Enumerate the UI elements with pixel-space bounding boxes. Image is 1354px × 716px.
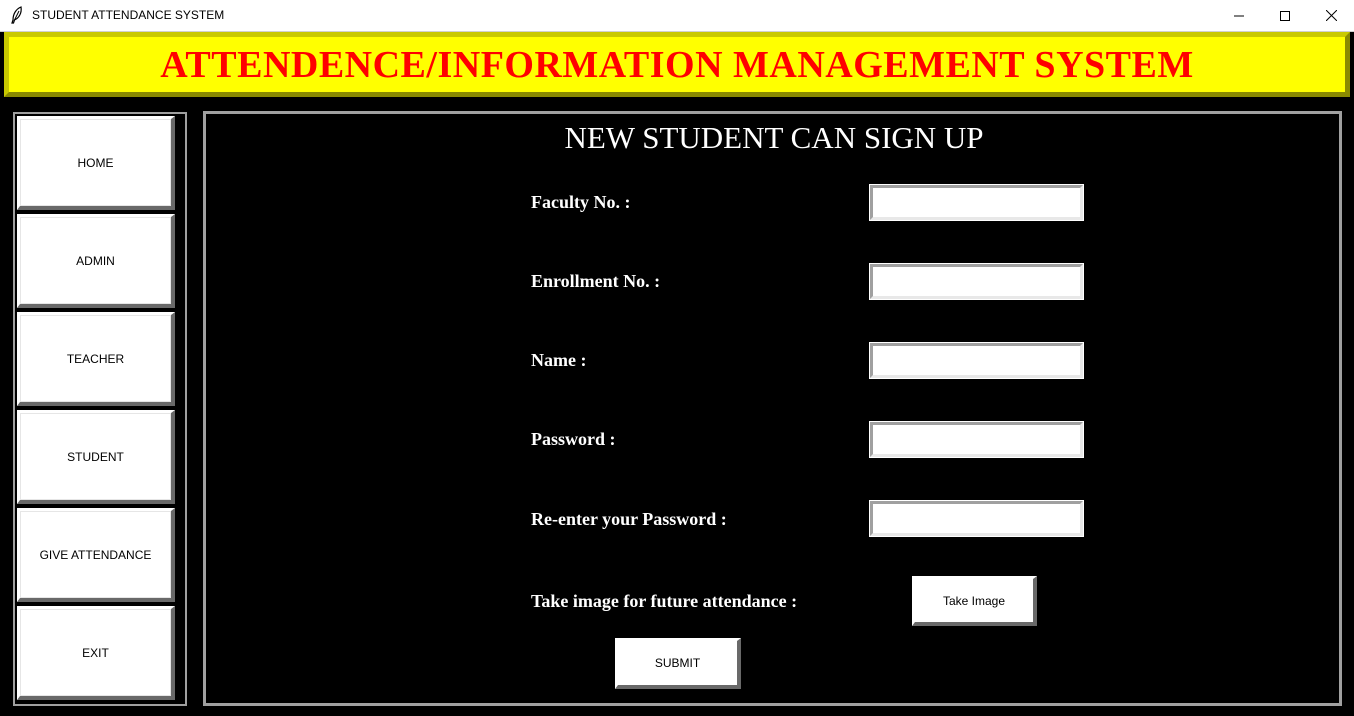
faculty-no-input[interactable] <box>869 184 1084 221</box>
window-title: STUDENT ATTENDANCE SYSTEM <box>32 8 225 22</box>
sidebar-item-label: STUDENT <box>67 449 124 464</box>
close-button[interactable] <box>1308 0 1354 31</box>
minimize-button[interactable] <box>1216 0 1262 31</box>
enrollment-no-label: Enrollment No. : <box>531 271 661 291</box>
sidebar-item-label: GIVE ATTENDANCE <box>39 547 152 562</box>
sidebar-item-label: ADMIN <box>76 253 115 268</box>
maximize-icon <box>1280 10 1290 21</box>
minimize-icon <box>1234 15 1244 16</box>
confirm-password-input[interactable] <box>869 500 1084 537</box>
name-label: Name : <box>531 350 587 370</box>
sidebar-item-student[interactable]: STUDENT <box>17 410 175 504</box>
enrollment-no-input[interactable] <box>869 263 1084 300</box>
sidebar-item-label: HOME <box>77 155 114 170</box>
sidebar-item-exit[interactable]: EXIT <box>17 606 175 700</box>
sidebar-item-admin[interactable]: ADMIN <box>17 214 175 308</box>
sidebar-item-give-attendance[interactable]: GIVE ATTENDANCE <box>17 508 175 602</box>
feather-icon <box>10 6 24 24</box>
name-input[interactable] <box>869 342 1084 379</box>
sidebar: HOME ADMIN TEACHER STUDENT GIVE ATTENDAN… <box>13 112 187 706</box>
close-icon <box>1325 10 1337 21</box>
password-label: Password : <box>531 429 616 449</box>
sidebar-item-label: TEACHER <box>66 351 125 366</box>
take-image-button[interactable]: Take Image <box>912 576 1037 626</box>
take-image-button-label: Take Image <box>942 593 1006 608</box>
header-banner: ATTENDENCE/INFORMATION MANAGEMENT SYSTEM <box>4 32 1350 97</box>
faculty-no-label: Faculty No. : <box>531 192 631 212</box>
page-title: ATTENDENCE/INFORMATION MANAGEMENT SYSTEM <box>160 43 1194 86</box>
sidebar-item-label: EXIT <box>82 645 109 660</box>
signup-panel: NEW STUDENT CAN SIGN UP Faculty No. : En… <box>203 111 1342 706</box>
password-input[interactable] <box>869 421 1084 458</box>
submit-button-label: SUBMIT <box>654 656 701 670</box>
sidebar-item-teacher[interactable]: TEACHER <box>17 312 175 406</box>
confirm-password-label: Re-enter your Password : <box>531 509 727 529</box>
signup-title: NEW STUDENT CAN SIGN UP <box>564 120 984 155</box>
take-image-label: Take image for future attendance : <box>531 591 798 611</box>
window-titlebar: STUDENT ATTENDANCE SYSTEM <box>0 0 1354 32</box>
sidebar-item-home[interactable]: HOME <box>17 116 175 210</box>
submit-button[interactable]: SUBMIT <box>615 638 741 689</box>
maximize-button[interactable] <box>1262 0 1308 31</box>
